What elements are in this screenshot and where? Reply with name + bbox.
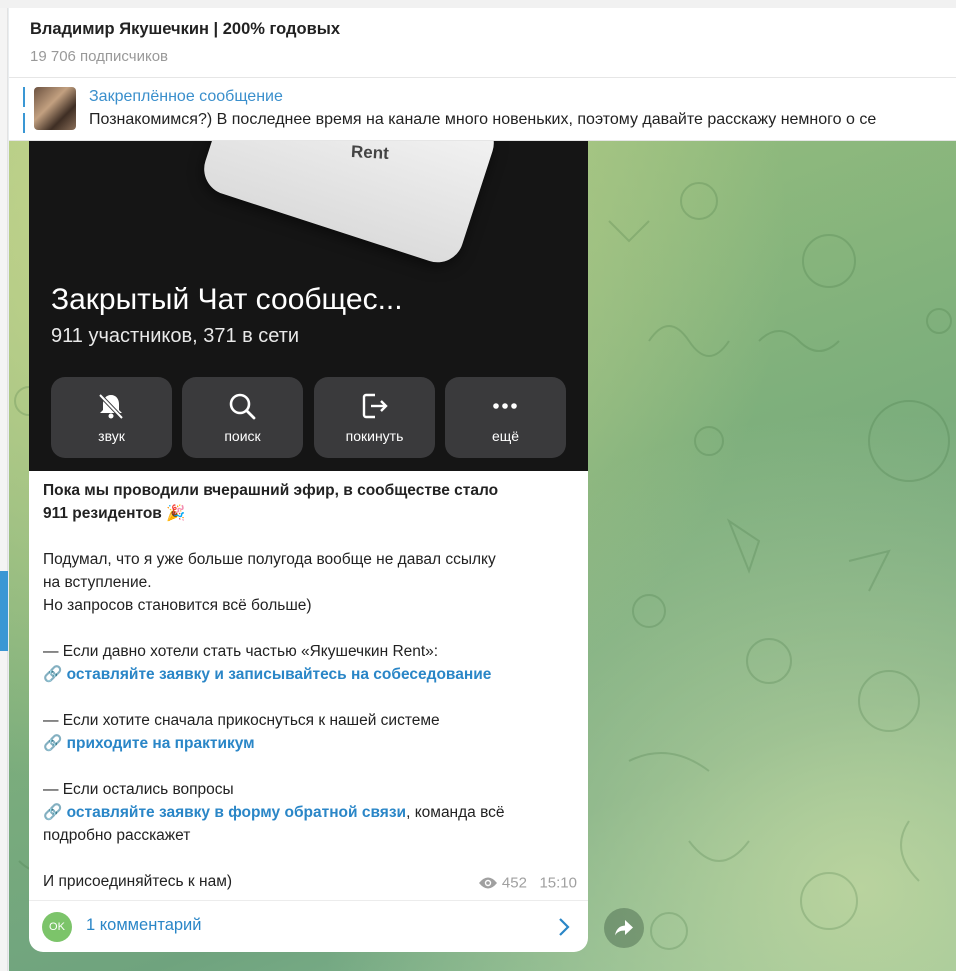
window-top-strip xyxy=(0,0,956,8)
party-popper-icon: 🎉 xyxy=(166,505,186,522)
more-button: ещё xyxy=(445,377,566,458)
link-icon: 🔗 xyxy=(43,735,63,752)
media-chat-title: Закрытый Чат сообщес... xyxy=(51,283,403,316)
leave-button: покинуть xyxy=(314,377,435,458)
media-chat-subtitle: 911 участников, 371 в сети xyxy=(51,325,300,347)
comments-button[interactable]: OK 1 комментарий xyxy=(29,900,588,952)
more-label: ещё xyxy=(491,428,520,444)
message-line: Но запросов становится всё больше) xyxy=(43,597,312,614)
pinned-thumbnail xyxy=(34,87,76,130)
pinned-indicator xyxy=(23,87,25,133)
left-panel-edge xyxy=(0,8,8,971)
search-button: поиск xyxy=(182,377,303,458)
message-time: 15:10 xyxy=(539,874,577,892)
forward-icon xyxy=(615,920,633,936)
mute-button: звук xyxy=(51,377,172,458)
message-text: Пока мы проводили вчерашний эфир, в сооб… xyxy=(43,479,578,893)
message-line: Пока мы проводили вчерашний эфир, в сооб… xyxy=(43,482,499,499)
channel-header[interactable]: Владимир Якушечкин | 200% годовых 19 706… xyxy=(9,8,956,78)
message-line: подробно расскажет xyxy=(43,827,191,844)
search-label: поиск xyxy=(224,428,261,444)
chevron-right-icon xyxy=(559,918,570,936)
message-line: — Если хотите сначала прикоснуться к наш… xyxy=(43,712,440,729)
channel-title[interactable]: Владимир Якушечкин | 200% годовых xyxy=(30,20,340,39)
link-icon: 🔗 xyxy=(43,804,63,821)
message-line: , команда всё xyxy=(406,804,505,821)
pinned-message-bar[interactable]: Закреплённое сообщение Познакомимся?) В … xyxy=(9,78,956,141)
message-line: на вступление. xyxy=(43,574,152,591)
mute-label: звук xyxy=(98,428,125,444)
view-count: 452 xyxy=(501,874,527,892)
message-line: — Если остались вопросы xyxy=(43,781,234,798)
comments-label: 1 комментарий xyxy=(86,916,202,934)
message-line: Подумал, что я уже больше полугода вообщ… xyxy=(43,551,496,568)
more-icon xyxy=(493,403,517,409)
message-media-image[interactable]: Rent Закрытый Чат сообщес... 911 участни… xyxy=(29,141,588,471)
message-bubble[interactable]: Rent Закрытый Чат сообщес... 911 участни… xyxy=(29,141,588,952)
bell-off-icon xyxy=(98,393,124,420)
message-meta: 452 15:10 xyxy=(478,874,577,892)
device-label: Rent xyxy=(350,142,390,163)
leave-icon xyxy=(362,393,388,419)
pinned-label: Закреплённое сообщение xyxy=(89,88,283,105)
link-icon: 🔗 xyxy=(43,666,63,683)
message-line: — Если давно хотели стать частью «Якушеч… xyxy=(43,643,439,660)
router-device-image xyxy=(197,141,501,270)
apply-interview-link[interactable]: оставляйте заявку и записывайтесь на соб… xyxy=(67,666,492,683)
commenter-avatar: OK xyxy=(42,912,72,942)
subscriber-count: 19 706 подписчиков xyxy=(30,48,169,65)
pinned-text: Познакомимся?) В последнее время на кана… xyxy=(89,111,877,128)
forward-button[interactable] xyxy=(604,908,644,948)
panel-resize-tab[interactable] xyxy=(0,571,8,651)
message-line: 911 резидентов xyxy=(43,505,162,522)
feedback-form-link[interactable]: оставляйте заявку в форму обратной связи xyxy=(67,804,406,821)
views-eye-icon xyxy=(478,877,497,889)
search-icon xyxy=(229,393,256,420)
leave-label: покинуть xyxy=(345,428,404,444)
workshop-link[interactable]: приходите на практикум xyxy=(67,735,255,752)
